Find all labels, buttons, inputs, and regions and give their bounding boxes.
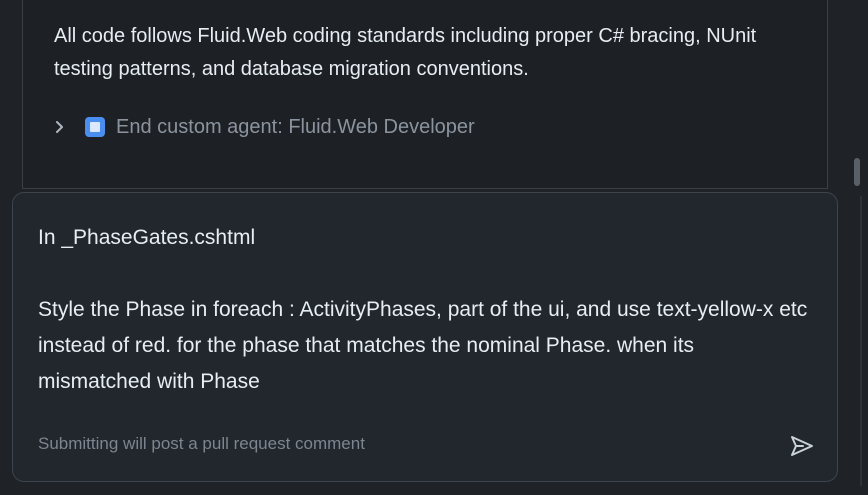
comment-composer[interactable]: In _PhaseGates.cshtml Style the Phase in…	[12, 192, 838, 482]
app-root: All code follows Fluid.Web coding standa…	[0, 0, 868, 495]
chevron-right-icon[interactable]	[53, 120, 67, 134]
send-icon	[791, 436, 813, 456]
scrollbar-track[interactable]	[860, 196, 862, 486]
comment-line-file: In _PhaseGates.cshtml	[38, 226, 256, 249]
comment-input[interactable]: In _PhaseGates.cshtml Style the Phase in…	[38, 220, 808, 400]
send-button[interactable]	[787, 431, 817, 461]
scrollbar-thumb[interactable]	[854, 158, 860, 186]
comment-line-body: Style the Phase in foreach : ActivityPha…	[38, 298, 808, 393]
agent-end-row[interactable]: End custom agent: Fluid.Web Developer	[53, 113, 475, 141]
agent-message-text: All code follows Fluid.Web coding standa…	[54, 25, 757, 80]
submit-hint: Submitting will post a pull request comm…	[38, 434, 365, 453]
agent-message-panel: All code follows Fluid.Web coding standa…	[22, 0, 828, 189]
agent-square-icon	[85, 117, 105, 137]
agent-end-label: End custom agent: Fluid.Web Developer	[116, 115, 475, 138]
